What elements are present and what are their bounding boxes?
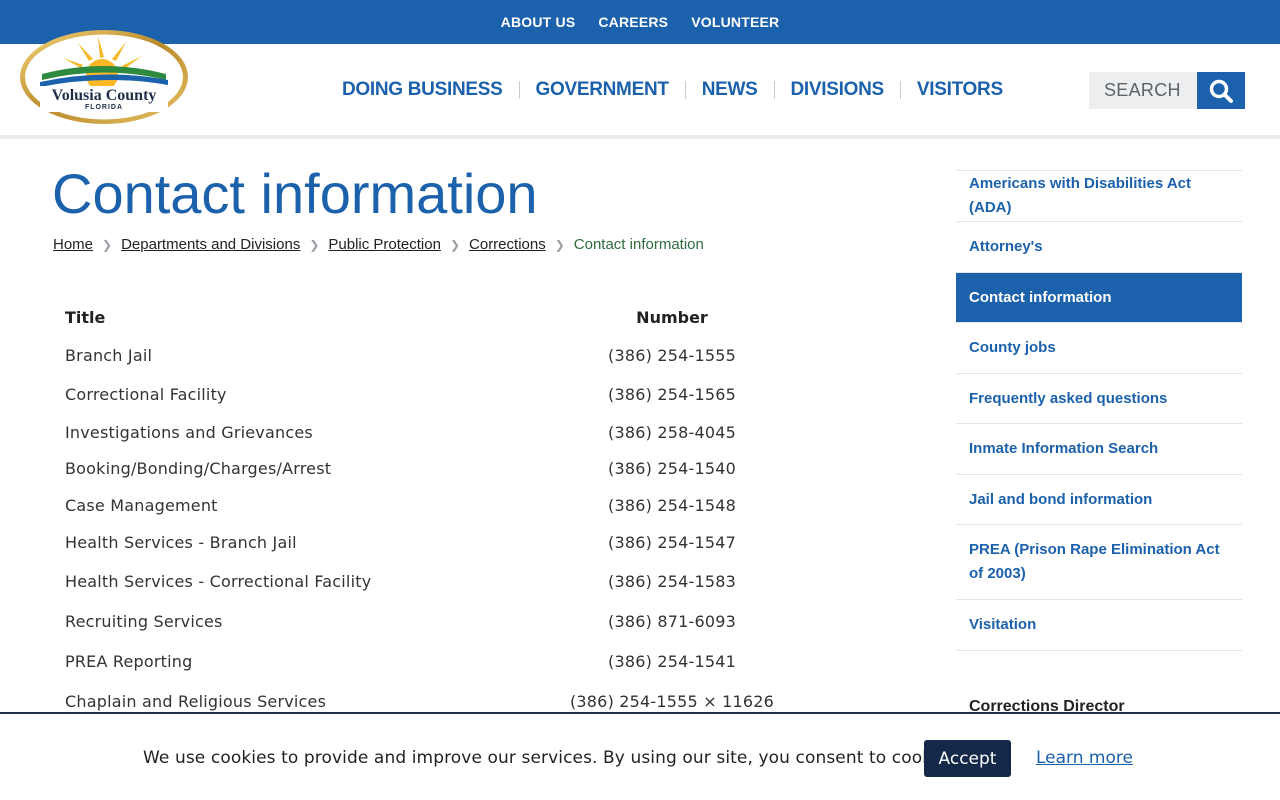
sidebar-item-faq[interactable]: Frequently asked questions — [956, 374, 1242, 424]
breadcrumb-departments[interactable]: Departments and Divisions — [121, 236, 300, 253]
sidebar-item-attorneys[interactable]: Attorney's — [956, 222, 1242, 273]
table-row-title: Correctional Facility — [65, 385, 227, 404]
cookie-message: We use cookies to provide and improve ou… — [143, 748, 963, 768]
svg-text:FLORIDA: FLORIDA — [85, 104, 123, 111]
svg-text:Volusia County: Volusia County — [52, 87, 157, 104]
about-us-link[interactable]: ABOUT US — [501, 14, 576, 30]
nav-divisions[interactable]: DIVISIONS — [775, 79, 900, 101]
nav-visitors[interactable]: VISITORS — [901, 79, 1019, 101]
table-row-number: (386) 258-4045 — [608, 423, 736, 442]
table-row-number: (386) 871-6093 — [608, 612, 736, 631]
breadcrumb-home[interactable]: Home — [53, 236, 93, 253]
table-row-number: (386) 254-1547 — [608, 533, 736, 552]
search-icon — [1209, 79, 1233, 103]
cookie-banner: We use cookies to provide and improve ou… — [0, 712, 1280, 800]
nav-doing-business[interactable]: DOING BUSINESS — [326, 79, 519, 101]
sidebar-item-county-jobs[interactable]: County jobs — [956, 323, 1242, 374]
sidebar-item-visitation[interactable]: Visitation — [956, 600, 1242, 651]
table-header-number: Number — [636, 308, 708, 327]
breadcrumb-corrections[interactable]: Corrections — [469, 236, 546, 253]
sidebar-item-contact-information[interactable]: Contact information — [956, 273, 1242, 323]
page-title: Contact information — [52, 162, 538, 225]
breadcrumb-public-protection[interactable]: Public Protection — [328, 236, 441, 253]
table-row-number: (386) 254-1540 — [608, 459, 736, 478]
chevron-right-icon: ❯ — [449, 237, 461, 252]
table-row-number: (386) 254-1565 — [608, 385, 736, 404]
search-input[interactable]: SEARCH — [1089, 72, 1197, 109]
careers-link[interactable]: CAREERS — [598, 14, 668, 30]
table-row-number: (386) 254-1548 — [608, 496, 736, 515]
learn-more-link[interactable]: Learn more — [1036, 748, 1133, 768]
sidebar-item-ada[interactable]: Americans with Disabilities Act (ADA) — [956, 171, 1242, 222]
utility-links: ABOUT US CAREERS VOLUNTEER — [0, 0, 1280, 44]
sidebar-item-jail-bond[interactable]: Jail and bond information — [956, 475, 1242, 525]
logo-seal-icon: Volusia County FLORIDA — [20, 30, 188, 124]
accept-cookies-button[interactable]: Accept — [924, 740, 1011, 777]
breadcrumb-current: Contact information — [573, 236, 704, 253]
table-row-title: Chaplain and Religious Services — [65, 692, 327, 711]
chevron-right-icon: ❯ — [554, 237, 565, 252]
table-row-number: (386) 254-1583 — [608, 572, 736, 591]
breadcrumb: Home ❯ Departments and Divisions ❯ Publi… — [53, 236, 704, 253]
table-row-number: (386) 254-1555 — [608, 346, 736, 365]
table-row-number: (386) 254-1541 — [608, 652, 736, 671]
chevron-right-icon: ❯ — [309, 237, 320, 252]
main-navigation: DOING BUSINESS GOVERNMENT NEWS DIVISIONS… — [326, 44, 1019, 136]
table-row-title: Health Services - Branch Jail — [65, 533, 297, 552]
sidebar-item-inmate-search[interactable]: Inmate Information Search — [956, 424, 1242, 475]
search-button[interactable] — [1197, 72, 1245, 109]
table-row-number: (386) 254-1555 × 11626 — [569, 692, 775, 711]
table-row-title: Booking/Bonding/Charges/Arrest — [65, 459, 332, 478]
table-row-title: PREA Reporting — [65, 652, 193, 671]
volunteer-link[interactable]: VOLUNTEER — [691, 14, 779, 30]
utility-bar: ABOUT US CAREERS VOLUNTEER — [0, 0, 1280, 44]
site-header: Volusia County FLORIDA DOING BUSINESS GO… — [0, 30, 1280, 139]
table-row-title: Recruiting Services — [65, 612, 223, 631]
chevron-right-icon: ❯ — [102, 237, 113, 252]
sidebar-item-prea[interactable]: PREA (Prison Rape Elimination Act of 200… — [956, 525, 1242, 600]
nav-government[interactable]: GOVERNMENT — [520, 79, 685, 101]
table-header-title: Title — [65, 308, 106, 327]
table-row-title: Health Services - Correctional Facility — [65, 572, 372, 591]
volusia-county-logo[interactable]: Volusia County FLORIDA — [18, 28, 190, 126]
table-row-title: Branch Jail — [65, 346, 153, 365]
nav-news[interactable]: NEWS — [686, 79, 774, 101]
table-row-title: Investigations and Grievances — [65, 423, 313, 442]
sidebar-navigation: Americans with Disabilities Act (ADA) At… — [956, 170, 1242, 651]
table-row-title: Case Management — [65, 496, 218, 515]
